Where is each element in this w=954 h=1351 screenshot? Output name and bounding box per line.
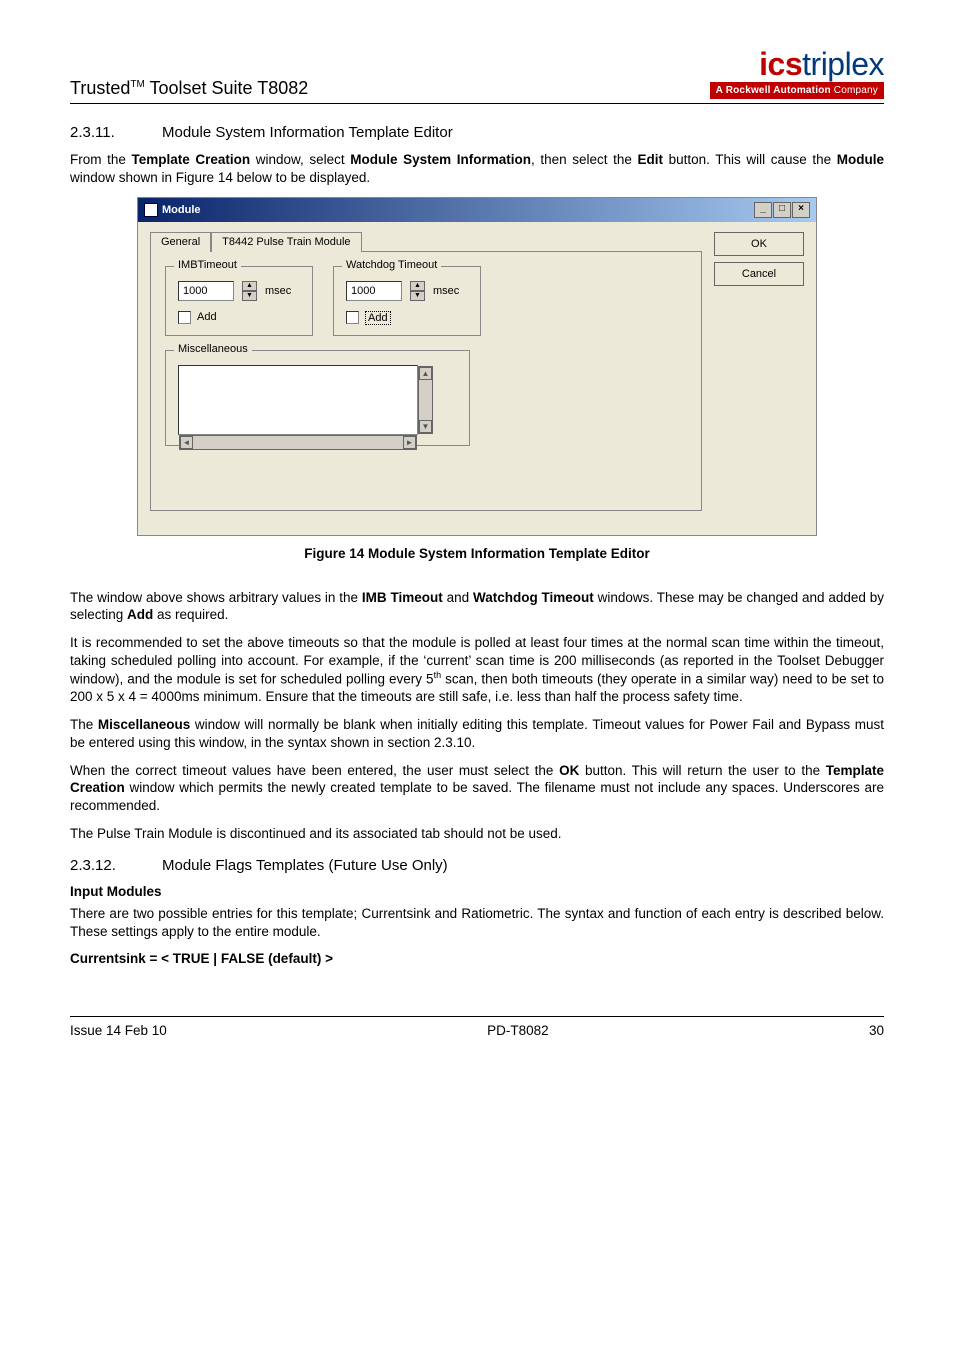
t: When the correct timeout values have bee…: [70, 763, 559, 778]
t: window shown in Figure 14 below to be di…: [70, 170, 370, 185]
t: th: [434, 670, 442, 680]
logo-ics: ics: [759, 46, 802, 82]
t: Edit: [638, 152, 664, 167]
scroll-up-icon[interactable]: ▲: [419, 367, 432, 380]
para-p2: The window above shows arbitrary values …: [70, 589, 884, 625]
logo-subtitle: A Rockwell Automation Company: [710, 82, 884, 99]
para-intro: From the Template Creation window, selec…: [70, 151, 884, 187]
tm-mark: TM: [130, 79, 144, 90]
imb-spin-up[interactable]: ▲: [242, 281, 257, 291]
logo-text: icstriplex: [710, 48, 884, 80]
watchdog-timeout-input[interactable]: [346, 281, 402, 301]
para-p4: The Miscellaneous window will normally b…: [70, 716, 884, 752]
group-miscellaneous: Miscellaneous ▲ ▼ ◄ ►: [165, 350, 470, 446]
doc-title-pre: Trusted: [70, 78, 130, 98]
group-title-watchdog: Watchdog Timeout: [342, 259, 441, 271]
t: window will normally be blank when initi…: [70, 717, 884, 750]
doc-title: TrustedTM Toolset Suite T8082: [70, 78, 308, 99]
dialog-titlebar[interactable]: Module _ □ ×: [138, 198, 816, 222]
footer-center: PD-T8082: [487, 1023, 549, 1038]
t: The window above shows arbitrary values …: [70, 590, 362, 605]
misc-textarea[interactable]: ▲ ▼ ◄ ►: [178, 365, 418, 435]
section-num: 2.3.11.: [70, 124, 126, 141]
app-icon: [144, 203, 158, 217]
para-p6: The Pulse Train Module is discontinued a…: [70, 825, 884, 843]
t: as required.: [153, 607, 228, 622]
subhead-input-modules: Input Modules: [70, 884, 884, 899]
minimize-button[interactable]: _: [754, 202, 772, 218]
t: button. This will cause the: [663, 152, 837, 167]
group-title-imb: IMBTimeout: [174, 259, 241, 271]
doc-title-post: Toolset Suite T8082: [145, 78, 308, 98]
t: Module: [837, 152, 884, 167]
module-dialog: Module _ □ × General T8442 Pulse Train M…: [137, 197, 817, 536]
t: , then select the: [531, 152, 638, 167]
logo-sub-bold: A Rockwell Automation: [716, 85, 831, 96]
t: The: [70, 717, 98, 732]
tab-general[interactable]: General: [150, 232, 211, 252]
scroll-down-icon[interactable]: ▼: [419, 420, 432, 433]
t: Add: [127, 607, 153, 622]
t: IMB Timeout: [362, 590, 443, 605]
section-heading-2311: 2.3.11. Module System Information Templa…: [70, 124, 884, 141]
page-header: TrustedTM Toolset Suite T8082 icstriplex…: [70, 48, 884, 104]
tab-pane-general: IMBTimeout ▲ ▼ msec: [150, 251, 702, 511]
imb-spin-down[interactable]: ▼: [242, 291, 257, 301]
footer-left: Issue 14 Feb 10: [70, 1023, 167, 1038]
t: From the: [70, 152, 131, 167]
brand-logo: icstriplex A Rockwell Automation Company: [710, 48, 884, 99]
para-p3: It is recommended to set the above timeo…: [70, 634, 884, 706]
ok-button[interactable]: OK: [714, 232, 804, 256]
imb-add-label: Add: [197, 311, 217, 323]
logo-sub-rest: Company: [831, 85, 878, 96]
figure-caption: Figure 14 Module System Information Temp…: [70, 546, 884, 561]
maximize-button[interactable]: □: [773, 202, 791, 218]
watchdog-add-checkbox[interactable]: [346, 311, 359, 324]
group-watchdog: Watchdog Timeout ▲ ▼ msec: [333, 266, 481, 336]
group-imbtimeout: IMBTimeout ▲ ▼ msec: [165, 266, 313, 336]
para-p5: When the correct timeout values have bee…: [70, 762, 884, 815]
unit-label-2: msec: [433, 285, 459, 297]
page-footer: Issue 14 Feb 10 PD-T8082 30: [70, 1016, 884, 1038]
window-controls: _ □ ×: [754, 202, 810, 218]
t: window which permits the newly created t…: [70, 780, 884, 813]
tab-t8442[interactable]: T8442 Pulse Train Module: [211, 232, 361, 252]
section-title-2: Module Flags Templates (Future Use Only): [162, 857, 448, 874]
group-title-misc: Miscellaneous: [174, 343, 252, 355]
watchdog-spin-down[interactable]: ▼: [410, 291, 425, 301]
imb-timeout-input[interactable]: [178, 281, 234, 301]
t: Miscellaneous: [98, 717, 190, 732]
scrollbar-vertical[interactable]: ▲ ▼: [418, 366, 433, 434]
dialog-title: Module: [162, 204, 201, 216]
close-button[interactable]: ×: [792, 202, 810, 218]
unit-label: msec: [265, 285, 291, 297]
scroll-left-icon[interactable]: ◄: [180, 436, 193, 449]
section-num-2: 2.3.12.: [70, 857, 126, 874]
t: Module System Information: [350, 152, 531, 167]
cancel-button[interactable]: Cancel: [714, 262, 804, 286]
t: Template Creation: [131, 152, 250, 167]
t: and: [443, 590, 473, 605]
section-title: Module System Information Template Edito…: [162, 124, 453, 141]
imb-add-checkbox[interactable]: [178, 311, 191, 324]
t: Watchdog Timeout: [473, 590, 594, 605]
watchdog-add-label: Add: [365, 311, 391, 325]
t: window, select: [250, 152, 350, 167]
scroll-right-icon[interactable]: ►: [403, 436, 416, 449]
scrollbar-horizontal[interactable]: ◄ ►: [179, 435, 417, 450]
t: OK: [559, 763, 579, 778]
tab-row: General T8442 Pulse Train Module: [150, 232, 702, 252]
logo-triplex: triplex: [802, 46, 884, 82]
footer-right: 30: [869, 1023, 884, 1038]
syntax-currentsink: Currentsink = < TRUE | FALSE (default) >: [70, 951, 884, 966]
t: button. This will return the user to the: [579, 763, 825, 778]
para-2312: There are two possible entries for this …: [70, 905, 884, 941]
section-heading-2312: 2.3.12. Module Flags Templates (Future U…: [70, 857, 884, 874]
watchdog-spin-up[interactable]: ▲: [410, 281, 425, 291]
